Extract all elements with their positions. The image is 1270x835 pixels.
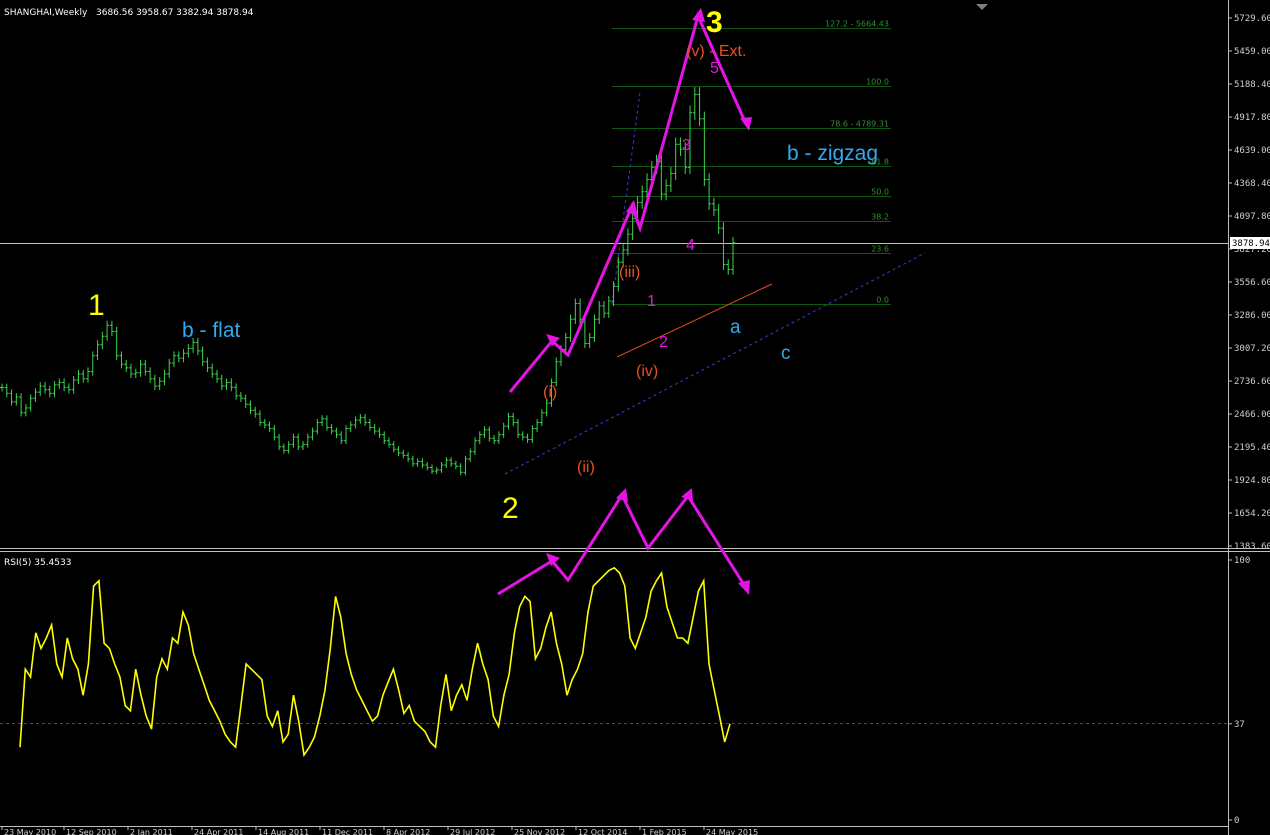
date-axis: 23 May 2010 12 Sep 2010 2 Jan 2011 24 Apr 2… (1, 826, 758, 835)
price-tick-label: 4639.00 (1234, 146, 1270, 156)
price-tick-label: 3007.20 (1234, 344, 1270, 354)
price-tick-label: 4097.80 (1234, 212, 1270, 222)
wave-label-minute-2: 2 (659, 334, 668, 351)
price-tick-label: 3286.00 (1234, 311, 1270, 321)
date-tick-label: 12 Sep 2010 (66, 828, 117, 835)
fib-level-label: 38.2 (871, 213, 889, 222)
chart-frame (0, 0, 1270, 835)
chart-ohlc: 3686.56 3958.67 3382.94 3878.94 (96, 8, 254, 18)
rsi-series (19, 566, 731, 758)
wave-label-primary-3: 3 (706, 6, 723, 39)
arrow-head-icon (692, 8, 705, 22)
date-tick-label: 24 Apr 2011 (194, 828, 243, 835)
date-tick-label: 29 Jul 2012 (450, 828, 495, 835)
price-axis: 5729.60 5459.00 5188.40 4917.80 4639.00 4368.… (1228, 14, 1270, 552)
fib-level-label: 0.0 (876, 296, 889, 305)
wave-label-minor-v: (v) - Ext. (686, 43, 746, 60)
date-tick-label: 25 Nov 2012 (514, 828, 565, 835)
rsi-axis: 100 37 0 (1228, 556, 1250, 826)
trading-chart[interactable]: 127.2 - 5664.43100.078.6 - 4789.3161.850… (0, 0, 1270, 835)
fib-level-label: 50.0 (871, 188, 889, 197)
current-price-label: 3878.94 (1232, 239, 1270, 249)
price-tick-label: 2466.00 (1234, 410, 1270, 420)
price-tick-label: 4917.80 (1234, 113, 1270, 123)
rsi-tick-label: 100 (1234, 556, 1250, 566)
wave-labels: 1 2 3 b - flat b - zigzag a c (i) (ii) (… (88, 6, 878, 525)
date-tick-label: 12 Oct 2014 (578, 828, 627, 835)
price-tick-label: 2195.40 (1234, 443, 1270, 453)
wave-label-minute-4: 4 (686, 237, 695, 254)
date-tick-label: 2 Jan 2011 (130, 828, 173, 835)
chart-symbol: SHANGHAI,Weekly (4, 8, 88, 18)
rsi-header: RSI(5) 35.4533 (4, 558, 71, 568)
date-tick-label: 14 Aug 2011 (258, 828, 309, 835)
wave-label-minute-1: 1 (647, 293, 656, 310)
arrow-head-icon (738, 580, 750, 595)
date-tick-label: 11 Dec 2011 (322, 828, 373, 835)
price-tick-label: 5459.00 (1234, 47, 1270, 57)
wave-label-minor-iv: (iv) (636, 363, 658, 380)
wave-label-primary-2: 2 (502, 492, 519, 525)
wave-label-a: a (730, 317, 741, 338)
fib-level-label: 100.0 (866, 78, 889, 87)
price-tick-label: 5188.40 (1234, 80, 1270, 90)
trendline-dashed[interactable] (504, 252, 926, 475)
price-tick-label: 3556.60 (1234, 278, 1270, 288)
date-tick-label: 8 Apr 2012 (386, 828, 430, 835)
scroll-marker-icon[interactable] (976, 4, 988, 10)
fib-level-label: 78.6 - 4789.31 (830, 120, 889, 129)
wave-label-minor-i: (i) (543, 384, 557, 401)
fib-level-label: 127.2 - 5664.43 (825, 20, 889, 29)
wave-label-minute-5: 5 (710, 60, 719, 77)
wave-label-b-flat: b - flat (182, 319, 241, 342)
price-tick-label: 4368.40 (1234, 179, 1270, 189)
wave-label-minute-3: 3 (682, 137, 691, 154)
price-tick-label: 2736.60 (1234, 377, 1270, 387)
rsi-tick-label: 37 (1234, 720, 1245, 730)
price-tick-label: 1654.20 (1234, 509, 1270, 519)
date-tick-label: 1 Feb 2015 (642, 828, 687, 835)
wave-label-primary-1: 1 (88, 289, 105, 322)
fib-level-label: 23.6 (871, 245, 889, 254)
support-line[interactable] (616, 283, 773, 358)
date-tick-label: 24 May 2015 (706, 828, 758, 835)
price-series (0, 87, 735, 476)
wave-label-c: c (781, 343, 791, 364)
rsi-tick-label: 0 (1234, 816, 1239, 826)
price-tick-label: 5729.60 (1234, 14, 1270, 24)
wave-label-b-zigzag: b - zigzag (787, 142, 878, 165)
price-tick-label: 1383.60 (1234, 542, 1270, 552)
date-tick-label: 23 May 2010 (4, 828, 56, 835)
wave-label-minor-ii: (ii) (577, 459, 595, 476)
wave-label-minor-iii: (iii) (619, 264, 640, 281)
price-tick-label: 1924.80 (1234, 476, 1270, 486)
